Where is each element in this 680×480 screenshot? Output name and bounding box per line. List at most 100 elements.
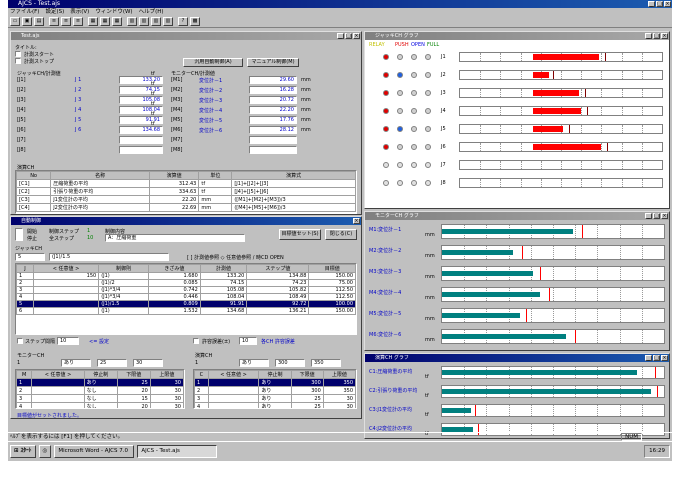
- table-cell[interactable]: 3: [16, 394, 33, 403]
- jack-control-row[interactable]: 4 (J1)*3/4 0.446 108.04 108.49 112.50: [16, 293, 356, 301]
- step-interval-checkbox[interactable]: [17, 338, 23, 344]
- open-icon[interactable]: ▣: [22, 17, 32, 26]
- tool-icon-9[interactable]: ▥: [151, 17, 161, 26]
- menu-settings[interactable]: 設定(S): [45, 8, 64, 16]
- table-cell[interactable]: あり: [258, 378, 292, 387]
- column-header[interactable]: 演算値: [148, 171, 200, 180]
- column-header[interactable]: J: [16, 264, 34, 273]
- table-cell[interactable]: 4: [16, 293, 34, 301]
- start-text[interactable]: 開始: [27, 228, 37, 235]
- formula-no-input[interactable]: 5: [15, 253, 45, 261]
- monitor-graph-close-button[interactable]: ×: [661, 213, 668, 219]
- table-cell[interactable]: [31, 386, 85, 395]
- table-cell[interactable]: [C4]: [16, 203, 52, 212]
- stop-text[interactable]: 停止: [27, 235, 37, 242]
- table-cell[interactable]: 30: [322, 394, 356, 403]
- jack-graph-close-button[interactable]: ×: [661, 33, 668, 39]
- column-header[interactable]: 計測値: [199, 264, 248, 273]
- tool-icon-5[interactable]: ▦: [100, 17, 110, 26]
- minimize-button[interactable]: _: [648, 1, 655, 7]
- quick-launch-icon[interactable]: ◎: [38, 445, 52, 458]
- task-ajcs[interactable]: AJCS - Test.ajs: [137, 445, 218, 458]
- table-cell[interactable]: 30: [149, 402, 184, 408]
- table-cell[interactable]: 334.63: [148, 187, 200, 196]
- monitor-graph-min-button[interactable]: _: [645, 213, 652, 219]
- tolerance-input[interactable]: 10: [239, 337, 257, 345]
- column-header[interactable]: 制御則: [98, 264, 150, 273]
- table-cell[interactable]: (J1)*3/4: [98, 293, 150, 301]
- table-cell[interactable]: 134.68: [199, 307, 248, 315]
- start-label[interactable]: 計測スタート: [24, 51, 54, 58]
- table-cell[interactable]: 引張り荷重の平均: [50, 187, 150, 196]
- table-cell[interactable]: 1: [16, 272, 34, 280]
- table-cell[interactable]: 91.91: [199, 300, 248, 308]
- calc-limit-row[interactable]: 4 あり 25 30: [194, 402, 356, 408]
- table-cell[interactable]: 150.00: [308, 272, 356, 280]
- table-cell[interactable]: 92.72: [246, 300, 310, 308]
- table-cell[interactable]: [J4]+[J5]+[J6]: [231, 187, 356, 196]
- table-cell[interactable]: ([M4]+[M5]+[M6])/3: [231, 203, 356, 212]
- table-cell[interactable]: [32, 307, 100, 315]
- table-cell[interactable]: 1.680: [148, 272, 201, 280]
- column-header[interactable]: きざみ値: [148, 264, 201, 273]
- table-cell[interactable]: 300: [290, 378, 324, 387]
- table-cell[interactable]: 2: [16, 386, 33, 395]
- monitor-limit-row[interactable]: 4 なし 20 30: [16, 402, 184, 408]
- auto-control-button[interactable]: 汎用自動制御(A): [183, 58, 243, 67]
- table-cell[interactable]: 15: [116, 394, 151, 403]
- calc-row[interactable]: [C4] J2変位計の平均 22.69 mm ([M4]+[M5]+[M6])/3: [16, 203, 356, 212]
- table-cell[interactable]: 30: [322, 402, 356, 408]
- jack-control-row[interactable]: 5 (J1)/1.5 0.809 91.91 92.72 100.00: [16, 300, 356, 308]
- table-cell[interactable]: なし: [83, 386, 118, 395]
- table-cell[interactable]: 133.20: [199, 272, 248, 280]
- tool-icon-2[interactable]: ≡: [61, 17, 71, 26]
- table-cell[interactable]: [31, 378, 85, 387]
- table-cell[interactable]: [207, 402, 260, 408]
- start-button[interactable]: ⊞ ｽﾀｰﾄ: [10, 445, 36, 458]
- table-cell[interactable]: [C3]: [16, 195, 52, 204]
- column-header[interactable]: 下限値: [290, 370, 324, 379]
- calc-upper-input[interactable]: 350: [311, 359, 341, 367]
- table-cell[interactable]: mm: [198, 195, 233, 204]
- calc-graph-min-button[interactable]: _: [645, 355, 652, 361]
- table-cell[interactable]: 2: [16, 279, 34, 287]
- monitor-limit-row[interactable]: 3 なし 15 30: [16, 394, 184, 403]
- calc-row[interactable]: [C3] J1変位計の平均 22.20 mm ([M1]+[M2]+[M3])/3: [16, 195, 356, 204]
- calc-row[interactable]: [C2] 引張り荷重の平均 334.63 tf [J4]+[J5]+[J6]: [16, 187, 356, 196]
- table-cell[interactable]: 3: [16, 286, 34, 294]
- table-cell[interactable]: 圧縮荷重の平均: [50, 179, 150, 188]
- table-cell[interactable]: [32, 286, 100, 294]
- menu-window[interactable]: ウィンドウ(W): [95, 8, 132, 16]
- table-cell[interactable]: 20: [116, 386, 151, 395]
- close-dialog-button[interactable]: 閉じる(C): [325, 229, 357, 240]
- new-icon[interactable]: ▭: [10, 17, 20, 26]
- table-cell[interactable]: 25: [290, 394, 324, 403]
- jack-control-row[interactable]: 2 (J1)/2 0.085 74.15 74.23 75.00: [16, 279, 356, 287]
- column-header[interactable]: < 任意値 >: [207, 370, 260, 379]
- table-cell[interactable]: [J1]+[J2]+[J3]: [231, 179, 356, 188]
- table-cell[interactable]: [32, 279, 100, 287]
- table-cell[interactable]: 1: [16, 378, 33, 387]
- column-header[interactable]: 名称: [50, 171, 150, 180]
- calc-limit-row[interactable]: 2 あり 300 350: [194, 386, 356, 395]
- monitor-mode-select[interactable]: あり: [61, 359, 91, 367]
- table-cell[interactable]: 30: [149, 386, 184, 395]
- table-cell[interactable]: 5: [16, 300, 34, 308]
- column-header[interactable]: C: [194, 370, 209, 379]
- jack-control-row[interactable]: 1 150 (J1) 1.680 133.20 134.88 150.00: [16, 272, 356, 280]
- table-cell[interactable]: [32, 293, 100, 301]
- table-cell[interactable]: [31, 402, 85, 408]
- table-cell[interactable]: 0.446: [148, 293, 201, 301]
- table-cell[interactable]: 100.00: [308, 300, 356, 308]
- formula-input[interactable]: (J1)/1.5: [49, 253, 169, 261]
- tolerance-checkbox[interactable]: [193, 338, 199, 344]
- table-cell[interactable]: 134.88: [246, 272, 310, 280]
- jack-graph-min-button[interactable]: _: [645, 33, 652, 39]
- table-cell[interactable]: [C1]: [16, 179, 52, 188]
- table-cell[interactable]: 2: [194, 386, 209, 395]
- table-cell[interactable]: あり: [258, 394, 292, 403]
- table-cell[interactable]: 22.20: [148, 195, 200, 204]
- reference-options[interactable]: [ ] 計測値参照 ◇ 任意値参照 / 時CD OPEN: [187, 254, 284, 261]
- table-cell[interactable]: 22.69: [148, 203, 200, 212]
- table-cell[interactable]: 350: [322, 378, 356, 387]
